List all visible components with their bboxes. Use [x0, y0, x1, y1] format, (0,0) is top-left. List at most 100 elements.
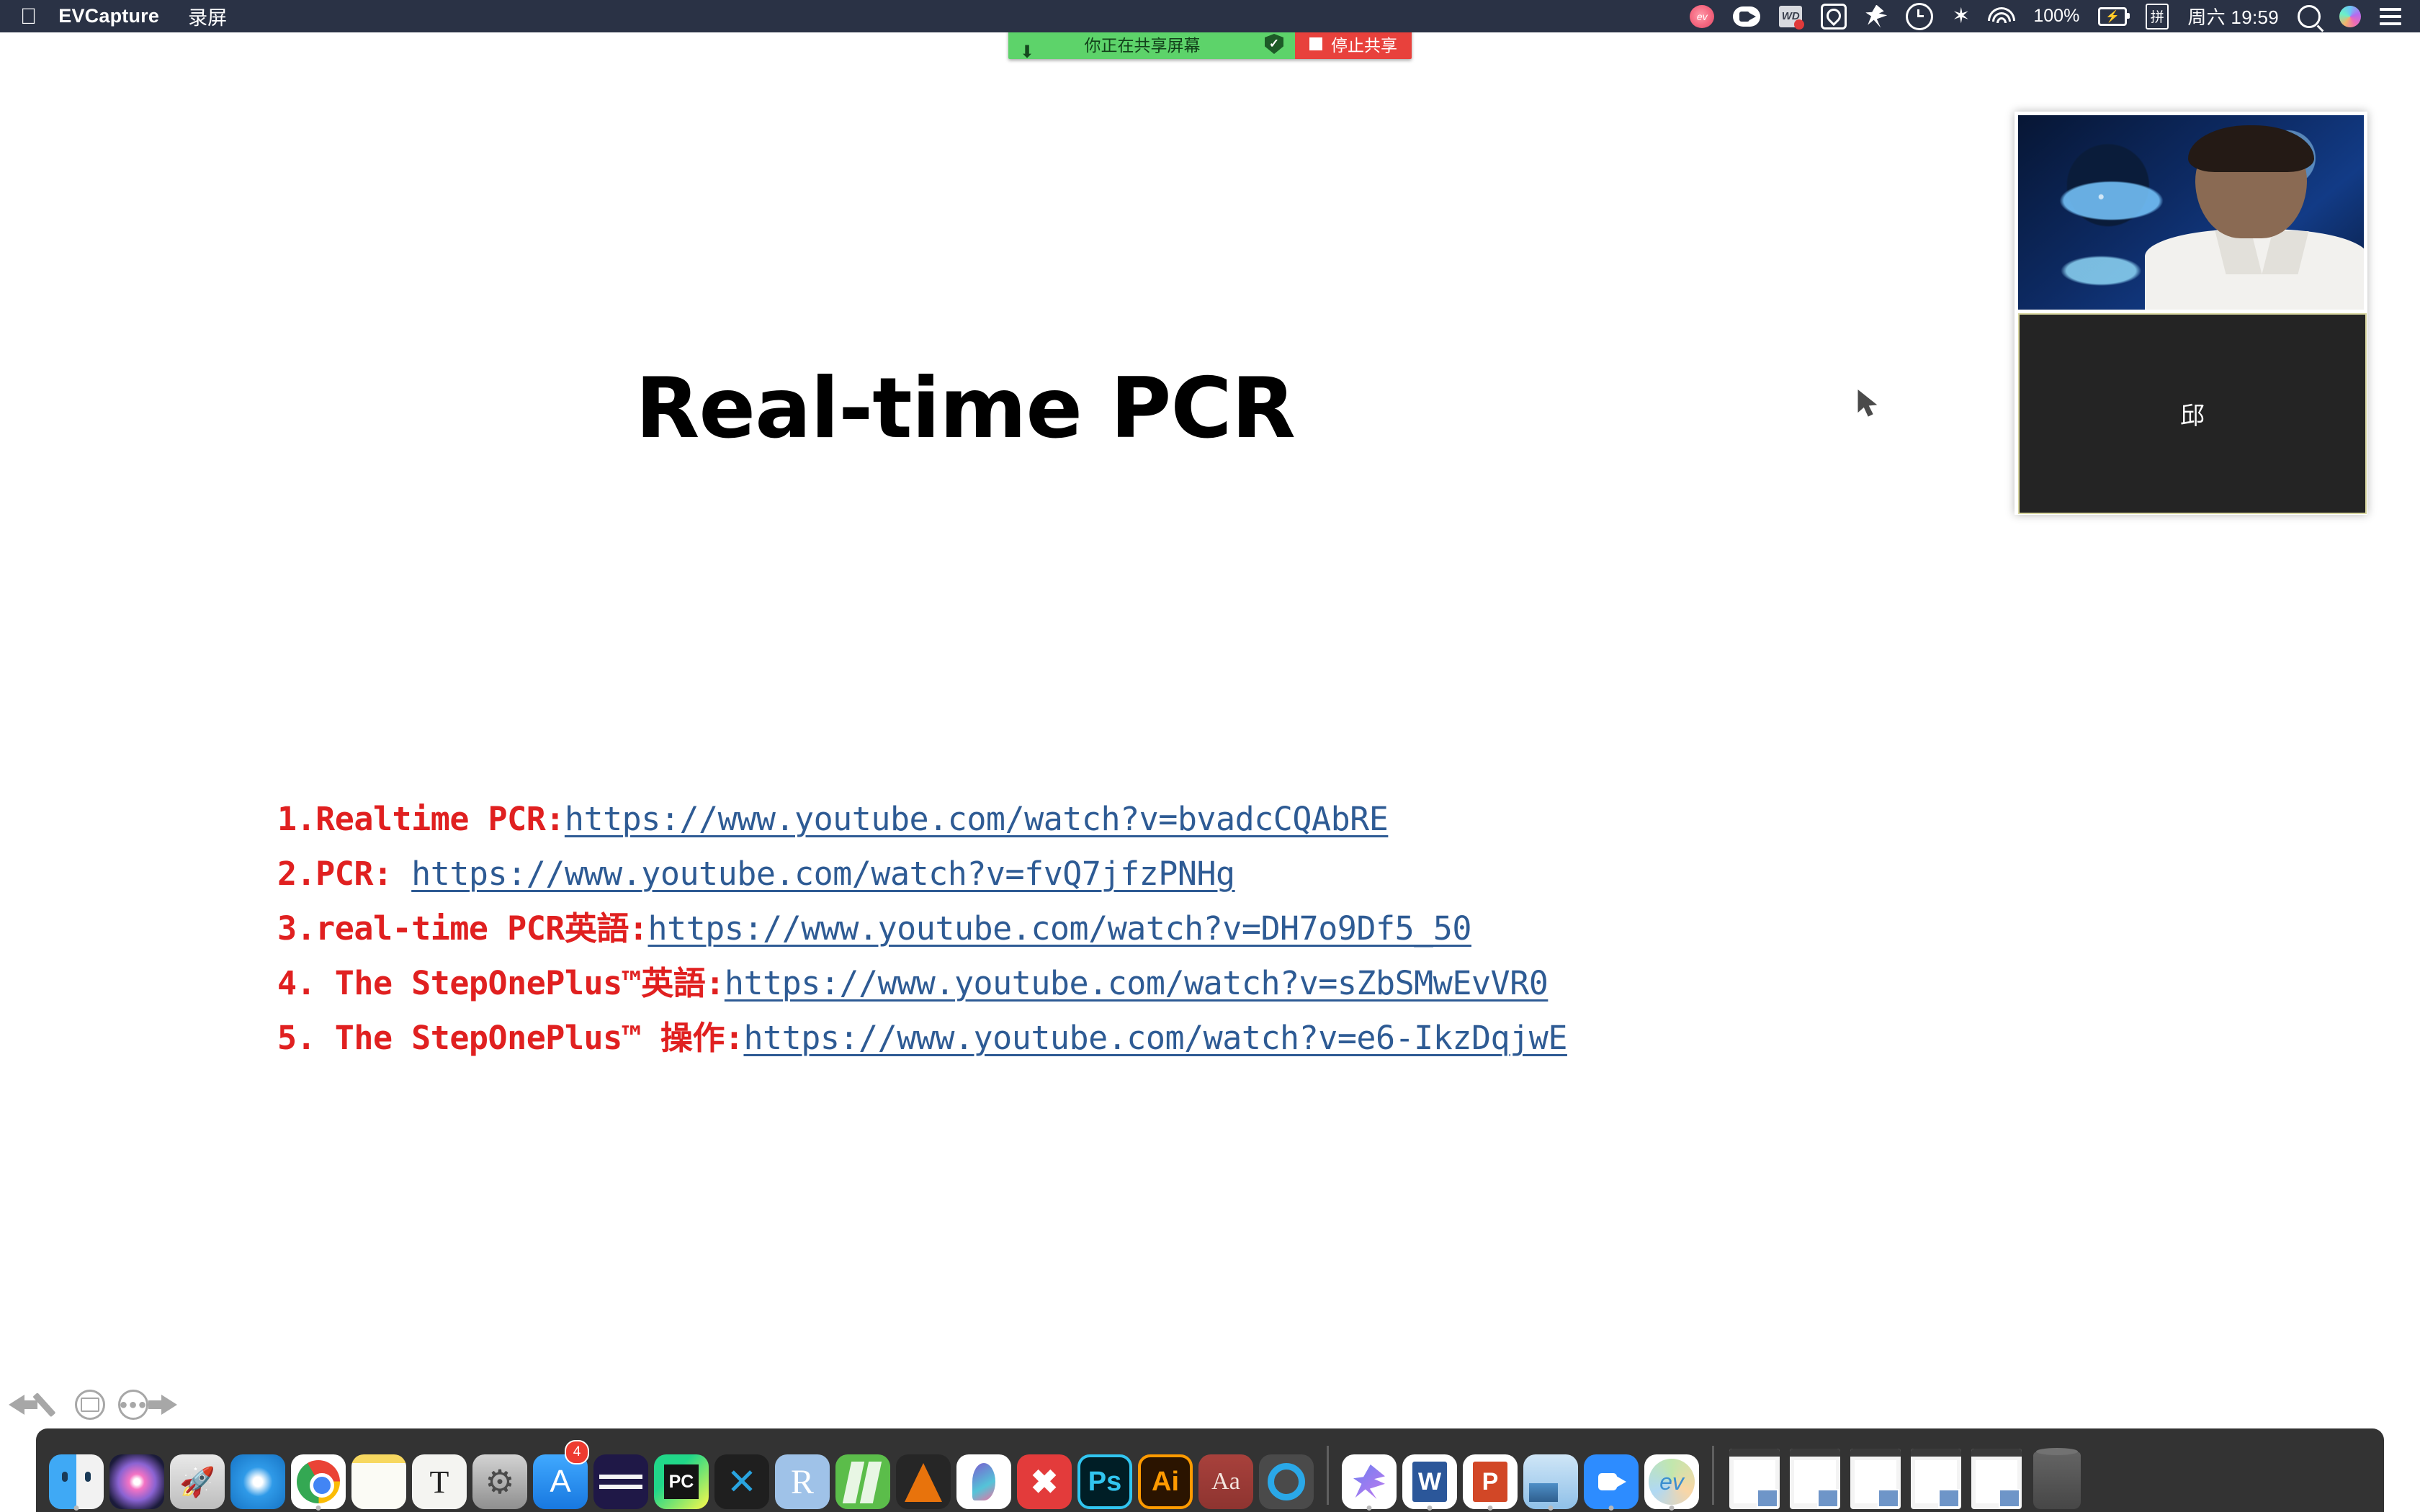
vlc-icon[interactable]	[896, 1454, 951, 1509]
pycharm-icon[interactable]	[654, 1454, 709, 1509]
siri-icon[interactable]	[2339, 4, 2361, 29]
dock-item-chrome[interactable]	[291, 1441, 346, 1511]
xmind-icon[interactable]: ✖	[1017, 1454, 1072, 1509]
quicktime-icon[interactable]	[1259, 1454, 1314, 1509]
dock-item-minimized-window-1[interactable]	[1727, 1441, 1782, 1509]
dock-item-eudic[interactable]	[1342, 1441, 1397, 1511]
link-url[interactable]: https://www.youtube.com/watch?v=sZbSMwEv…	[725, 956, 1549, 1011]
dock-item-zoom[interactable]	[1584, 1441, 1639, 1511]
creative-cloud-icon[interactable]	[1821, 3, 1847, 30]
input-method-icon[interactable]: 拼	[2146, 3, 2169, 30]
menu-item-record-screen[interactable]: 录屏	[188, 2, 227, 30]
system-preferences-icon[interactable]: ⚙	[472, 1454, 527, 1509]
control-center-icon[interactable]	[2380, 4, 2401, 29]
dock-item-anaconda[interactable]	[593, 1441, 648, 1509]
dock-item-safari[interactable]	[230, 1441, 285, 1509]
link-url[interactable]: https://www.youtube.com/watch?v=bvadcCQA…	[565, 792, 1389, 847]
dock-item-vscode[interactable]: ✕	[714, 1441, 769, 1509]
minimized-window-thumbnail[interactable]	[1729, 1449, 1780, 1509]
link-url[interactable]: https://www.youtube.com/watch?v=DH7o9Df5…	[647, 901, 1471, 956]
dock-item-minimized-window-3[interactable]	[1848, 1441, 1903, 1509]
dock-item-evcapture[interactable]	[1644, 1441, 1699, 1511]
finder-icon[interactable]	[49, 1454, 104, 1509]
dock-item-textedit[interactable]: T	[412, 1441, 467, 1509]
more-options-icon[interactable]: ●●●	[118, 1390, 148, 1420]
dock-item-siri[interactable]	[109, 1441, 164, 1509]
notes-icon[interactable]	[351, 1454, 406, 1509]
back-arrow-icon[interactable]	[9, 1395, 37, 1415]
evcapture-icon[interactable]	[1644, 1454, 1699, 1509]
photoshop-icon[interactable]: Ps	[1077, 1454, 1132, 1509]
forward-arrow-icon[interactable]	[148, 1395, 177, 1415]
typora-icon[interactable]	[956, 1454, 1011, 1509]
pencil-icon[interactable]	[37, 1392, 62, 1417]
dock-item-powerpoint[interactable]	[1463, 1441, 1518, 1511]
video-panel[interactable]: 邱	[2015, 112, 2367, 515]
link-url[interactable]: https://www.youtube.com/watch?v=e6-IkzDq…	[743, 1011, 1567, 1066]
dock-item-xmind[interactable]: ✖	[1017, 1441, 1072, 1509]
spotlight-search-icon[interactable]	[2298, 4, 2321, 29]
list-item: 4. The StepOnePlus™英語: https://www.youtu…	[277, 956, 2222, 1011]
dock-item-typora[interactable]	[956, 1441, 1011, 1509]
dock-item-minimized-window-5[interactable]	[1969, 1441, 2024, 1509]
eudic-icon[interactable]	[1342, 1454, 1397, 1509]
dock-item-rstudio[interactable]: R	[775, 1441, 830, 1509]
chrome-icon[interactable]	[291, 1454, 346, 1509]
dock-item-photoshop[interactable]: Ps	[1077, 1441, 1132, 1509]
bird-icon[interactable]	[1865, 4, 1888, 29]
rstudio-icon[interactable]: R	[775, 1454, 830, 1509]
dock-item-word[interactable]	[1402, 1441, 1457, 1511]
participant-tile[interactable]: 邱	[2018, 313, 2367, 514]
preview-icon[interactable]	[1523, 1454, 1578, 1509]
self-view-video[interactable]	[2018, 115, 2364, 310]
zoom-icon[interactable]	[1584, 1454, 1639, 1509]
battery-icon[interactable]	[2098, 4, 2130, 29]
minimized-window-thumbnail[interactable]	[1971, 1449, 2022, 1509]
dock-item-system-preferences[interactable]: ⚙	[472, 1441, 527, 1509]
dock-item-vlc[interactable]	[896, 1441, 951, 1509]
keyboard-icon[interactable]	[75, 1390, 105, 1420]
dock-item-dictionary[interactable]: Aa	[1198, 1441, 1253, 1509]
dock-item-notes[interactable]	[351, 1441, 406, 1509]
stop-sharing-button[interactable]: 停止共享	[1295, 29, 1412, 59]
dock-item-preview[interactable]	[1523, 1441, 1578, 1511]
dock-item-minimized-window-4[interactable]	[1909, 1441, 1963, 1509]
menu-bar-app-name[interactable]: EVCapture	[58, 5, 159, 27]
word-icon[interactable]	[1402, 1454, 1457, 1509]
dock-item-quicktime[interactable]	[1259, 1441, 1314, 1509]
dock-item-launchpad[interactable]: 🚀	[170, 1441, 225, 1509]
apple-logo-icon[interactable]: 	[20, 5, 37, 27]
dock-item-illustrator[interactable]: Ai	[1138, 1441, 1193, 1509]
anaconda-icon[interactable]	[593, 1454, 648, 1509]
dock-item-pycharm[interactable]	[654, 1441, 709, 1509]
clock-datetime[interactable]: 周六 19:59	[2187, 4, 2279, 29]
running-indicator	[73, 1506, 79, 1511]
dock-item-trash[interactable]	[2030, 1441, 2084, 1509]
running-indicator	[1548, 1506, 1554, 1511]
safari-icon[interactable]	[230, 1454, 285, 1509]
link-url[interactable]: https://www.youtube.com/watch?v=fvQ7jfzP…	[411, 847, 1235, 901]
illustrator-icon[interactable]: Ai	[1138, 1454, 1193, 1509]
trash-icon[interactable]	[2033, 1448, 2081, 1509]
dock-item-finder[interactable]	[49, 1441, 104, 1511]
powerpoint-icon[interactable]	[1463, 1454, 1518, 1509]
evcapture-icon[interactable]	[1690, 4, 1715, 29]
dictionary-icon[interactable]: Aa	[1198, 1454, 1253, 1509]
zoom-camera-icon[interactable]	[1733, 4, 1761, 29]
dock-item-app-store[interactable]: A4	[533, 1440, 589, 1509]
vscode-icon[interactable]: ✕	[714, 1454, 769, 1509]
green-app-icon[interactable]	[835, 1454, 890, 1509]
siri-icon[interactable]	[109, 1454, 164, 1509]
dock-item-green-app[interactable]	[835, 1441, 890, 1509]
minimized-window-thumbnail[interactable]	[1911, 1449, 1961, 1509]
minimized-window-thumbnail[interactable]	[1790, 1449, 1840, 1509]
bluetooth-icon[interactable]: ✶	[1952, 4, 1970, 29]
list-item: 2.PCR: https://www.youtube.com/watch?v=f…	[277, 847, 2222, 901]
minimized-window-thumbnail[interactable]	[1850, 1449, 1901, 1509]
wps-icon[interactable]	[1779, 4, 1805, 30]
dock-item-minimized-window-2[interactable]	[1788, 1441, 1842, 1509]
textedit-icon[interactable]: T	[412, 1454, 467, 1509]
launchpad-icon[interactable]: 🚀	[170, 1454, 225, 1509]
wifi-icon[interactable]	[1988, 4, 2016, 29]
time-machine-icon[interactable]	[1906, 2, 1934, 30]
